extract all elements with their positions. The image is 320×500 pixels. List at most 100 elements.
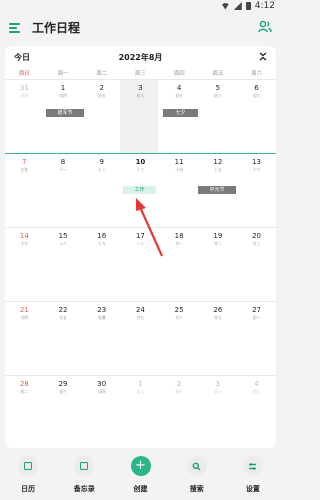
nav-settings[interactable]: 设置 (225, 452, 281, 500)
day-cell[interactable]: 18 廿一 (160, 228, 199, 301)
lunar-date: 初二 (20, 389, 29, 394)
calendar-header: 今日 2022年8月 (5, 46, 276, 66)
day-number: 10 (135, 158, 146, 166)
weekday-tue: 周二 (96, 71, 108, 77)
day-cell[interactable]: 1 初六 (121, 376, 160, 448)
calendar-card: 今日 2022年8月 周日 周一 周二 周三 周四 周五 周六 31 初四 1 初四 2… (5, 46, 276, 448)
day-number: 22 (58, 306, 68, 314)
menu-icon[interactable] (9, 23, 20, 33)
lunar-date: 初九 (252, 389, 261, 394)
day-cell[interactable]: 30 初四 (82, 376, 121, 448)
edit-icon (74, 456, 95, 476)
day-number: 18 (174, 232, 184, 240)
day-cell[interactable]: 21 廿四 (5, 302, 44, 375)
lunar-date: 初三 (59, 389, 67, 394)
lunar-date: 十三 (136, 167, 145, 172)
wifi-icon (220, 2, 230, 10)
week-row: 14 十七 15 十八 16 十九 17 二十 18 廿一 19 廿二 20 廿三 (5, 227, 276, 300)
lunar-date: 十五 (214, 167, 222, 172)
day-number: 2 (176, 380, 182, 388)
nav-search-label: 搜索 (189, 485, 204, 493)
day-cell[interactable]: 25 廿八 (160, 302, 199, 375)
day-cell[interactable]: 2 初七 (160, 376, 199, 448)
day-cell[interactable]: 28 初二 (5, 376, 44, 448)
lunar-date: 十六 (252, 167, 261, 172)
nav-create-label: 创建 (133, 485, 148, 493)
day-cell[interactable]: 6 初九 (237, 80, 276, 153)
day-number: 7 (22, 158, 27, 166)
lunar-date: 十七 (20, 241, 29, 246)
status-bar: 4:12 (0, 0, 281, 14)
day-cell[interactable]: 11 十四 (160, 154, 199, 227)
day-cell[interactable]: 9 十二 (82, 154, 121, 227)
nav-search[interactable]: 搜索 (169, 452, 225, 500)
day-cell[interactable]: 3 初八 (199, 376, 238, 448)
day-cell[interactable]: 4 初九 (237, 376, 276, 448)
lunar-date: 初七 (175, 93, 183, 98)
calendar-icon (18, 456, 39, 476)
day-cell[interactable]: 26 廿九 (199, 302, 238, 375)
event-qixi[interactable]: 七夕 (163, 109, 198, 117)
month-title[interactable]: 2022年8月 (5, 52, 276, 63)
nav-settings-label: 设置 (245, 485, 260, 493)
weekday-header: 周日 周一 周二 周三 周四 周五 周六 (5, 69, 276, 79)
day-number: 26 (213, 306, 223, 314)
day-number: 1 (60, 84, 66, 92)
nav-create[interactable]: + 创建 (112, 452, 168, 500)
month-grid: 31 初四 1 初四 2 初五 3 初六 4 初七 5 初八 6 初九 7 立秋 8 十一 9 十二 10 十三 11 十四 1… (5, 79, 276, 445)
collapse-icon[interactable] (259, 52, 267, 61)
day-cell[interactable]: 7 立秋 (5, 154, 44, 227)
lunar-date: 初六 (136, 389, 145, 394)
day-cell[interactable]: 20 廿三 (237, 228, 276, 301)
nav-calendar[interactable]: 日历 (0, 452, 56, 500)
day-number: 31 (19, 84, 29, 92)
nav-memo[interactable]: 备忘录 (56, 452, 112, 500)
battery-icon (245, 2, 251, 10)
status-icons: 4:12 (220, 1, 275, 11)
day-number: 14 (19, 232, 29, 240)
event-army-day[interactable]: 建军节 (46, 109, 84, 117)
event-ghost-festival[interactable]: 中元节 (198, 186, 236, 194)
bottom-nav: 日历 备忘录 + 创建 搜索 设置 (0, 452, 281, 500)
lunar-date: 初七 (175, 389, 183, 394)
day-cell[interactable]: 8 十一 (44, 154, 83, 227)
day-number: 5 (215, 84, 221, 92)
day-number: 4 (254, 380, 259, 388)
day-cell[interactable]: 2 初五 (82, 80, 121, 153)
day-cell[interactable]: 31 初四 (5, 80, 44, 153)
users-icon[interactable] (258, 20, 272, 34)
day-cell[interactable]: 23 处暑 (82, 302, 121, 375)
event-work[interactable]: 工作 (123, 186, 156, 194)
nav-calendar-label: 日历 (21, 485, 36, 493)
lunar-date: 初四 (20, 93, 29, 98)
lunar-date: 初四 (97, 389, 106, 394)
day-cell[interactable]: 13 十六 (237, 154, 276, 227)
nav-memo-label: 备忘录 (73, 485, 95, 493)
day-cell[interactable]: 14 十七 (5, 228, 44, 301)
weekday-mon: 周一 (57, 71, 69, 77)
plus-icon: + (130, 456, 151, 476)
day-cell[interactable]: 19 廿二 (199, 228, 238, 301)
day-cell[interactable]: 24 廿七 (121, 302, 160, 375)
day-number: 19 (213, 232, 223, 240)
day-number: 12 (213, 158, 223, 166)
weekday-wed: 周三 (135, 71, 147, 77)
day-cell[interactable]: 22 廿五 (44, 302, 83, 375)
lunar-date: 初八 (214, 389, 222, 394)
day-cell[interactable]: 27 初一 (237, 302, 276, 375)
day-cell[interactable]: 5 初八 (199, 80, 238, 153)
weekday-sun: 周日 (18, 71, 30, 77)
day-number: 24 (135, 306, 145, 314)
day-cell[interactable]: 3 初六 (121, 80, 160, 153)
lunar-date: 廿七 (136, 315, 145, 320)
day-cell[interactable]: 17 二十 (121, 228, 160, 301)
week-row: 28 初二 29 初三 30 初四 1 初六 2 初七 3 初八 4 初九 (5, 375, 276, 448)
day-cell[interactable]: 16 十九 (82, 228, 121, 301)
day-cell[interactable]: 15 十八 (44, 228, 83, 301)
lunar-date: 二十 (136, 241, 145, 246)
lunar-date: 十九 (97, 241, 106, 246)
day-number: 21 (19, 306, 29, 314)
day-number: 3 (215, 380, 221, 388)
day-cell[interactable]: 29 初三 (44, 376, 83, 448)
lunar-date: 初五 (97, 93, 106, 98)
